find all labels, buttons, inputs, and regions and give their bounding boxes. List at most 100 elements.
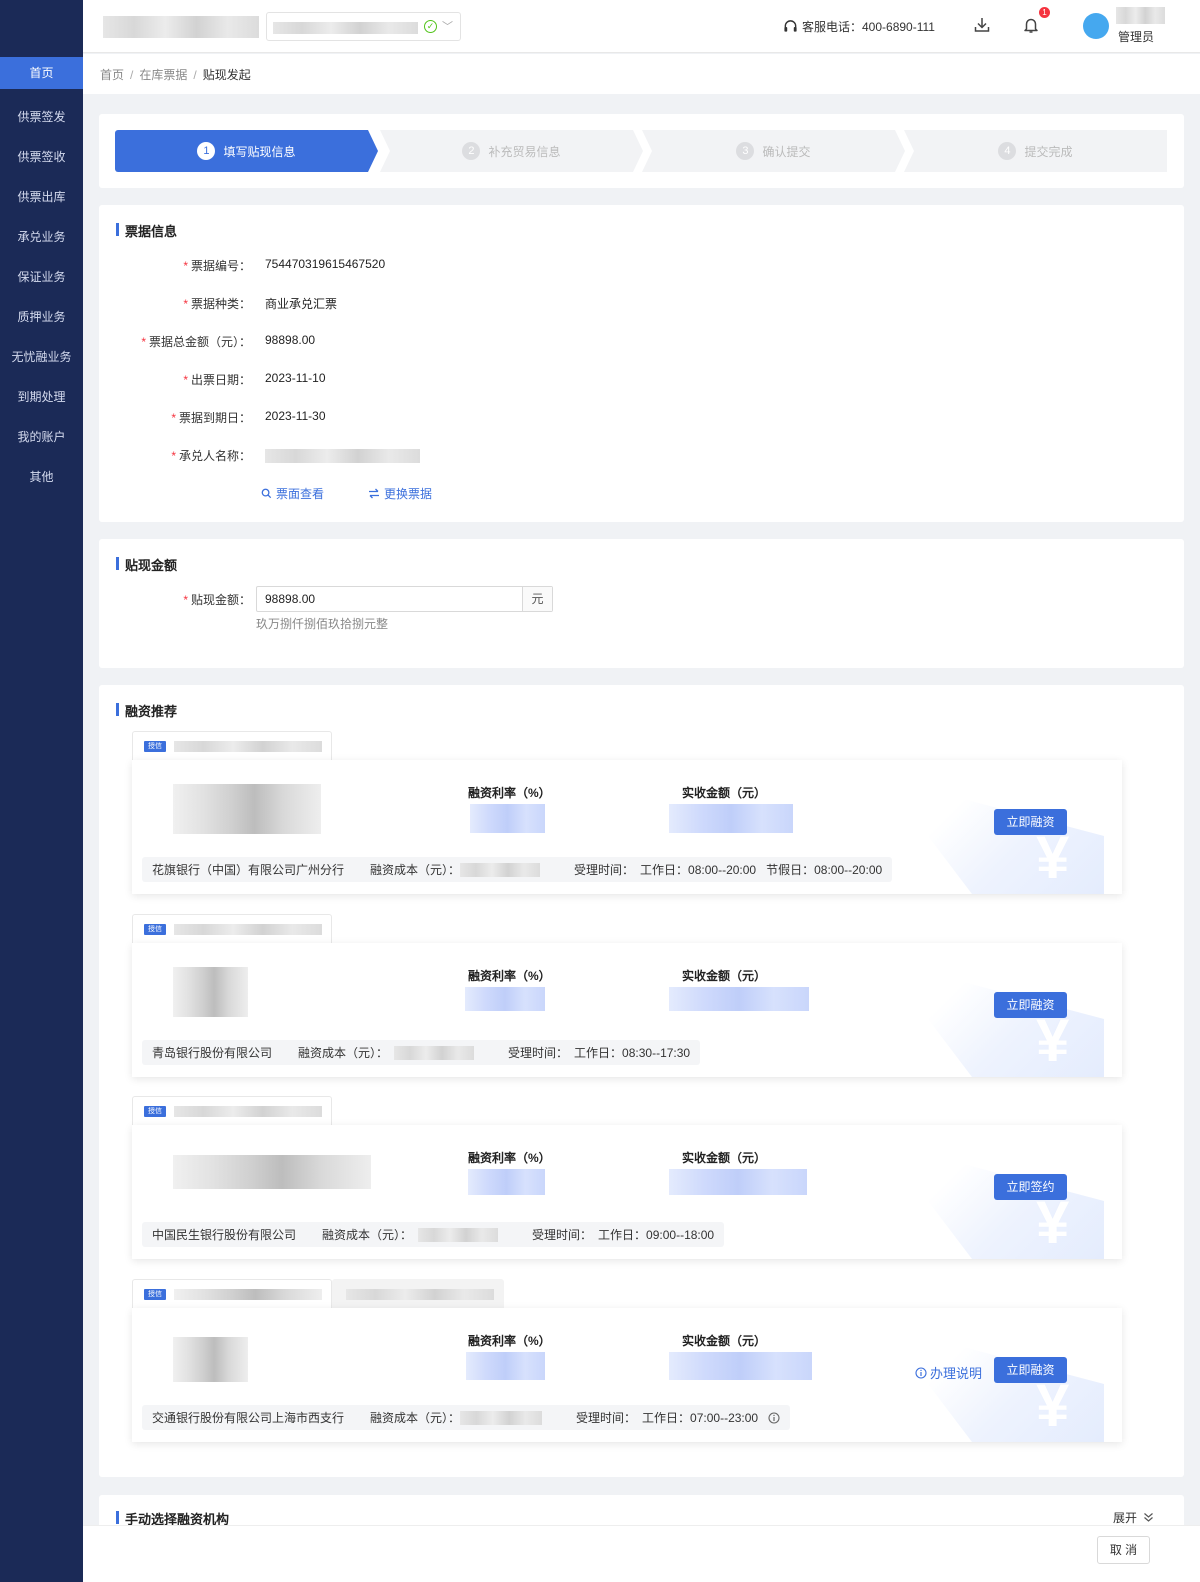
sidebar: 首页 供票签发 供票签收 供票出库 承兑业务 保证业务 质押业务 无忧融业务 到…: [0, 0, 83, 1582]
sidebar-item-issue[interactable]: 供票签发: [0, 97, 83, 137]
cost-value-redacted: [460, 862, 541, 877]
cost-label: 融资成本（元）：: [370, 1411, 461, 1425]
discount-amount-value[interactable]: 98898.00: [257, 587, 522, 611]
step-3: 3 确认提交: [642, 130, 905, 172]
bell-icon[interactable]: [1022, 16, 1040, 34]
field-bill-type: * 票据种类： 商业承兑汇票: [183, 297, 338, 311]
bank-name: 交通银行股份有限公司上海市西支行: [152, 1411, 345, 1425]
cost-label: 融资成本（元）：: [322, 1228, 413, 1242]
finance-tab-4[interactable]: 授信: [132, 1279, 332, 1309]
time-label: 受理时间：: [508, 1046, 569, 1060]
field-label: 票据种类：: [190, 297, 251, 311]
sidebar-item-pledge[interactable]: 质押业务: [0, 297, 83, 337]
check-circle-icon: ✓: [424, 20, 437, 33]
section-title-bill-info: 票据信息: [116, 221, 177, 240]
field-value: 98898.00: [265, 333, 316, 347]
instructions-link[interactable]: 办理说明: [915, 1363, 982, 1382]
sidebar-item-acceptance[interactable]: 承兑业务: [0, 217, 83, 257]
rate-value-redacted: [466, 1352, 545, 1380]
finance-now-button[interactable]: 立即融资: [994, 1357, 1067, 1383]
bottom-action-bar: 取 消: [83, 1525, 1200, 1582]
bank-name: 中国民生银行股份有限公司: [152, 1228, 297, 1242]
field-label: 票据编号：: [190, 259, 251, 273]
avatar[interactable]: [1083, 13, 1109, 39]
cost-label: 融资成本（元）：: [298, 1046, 389, 1060]
view-bill-label: 票面查看: [276, 487, 325, 501]
workday-time: 工作日：09:00--18:00: [598, 1228, 715, 1242]
sign-now-button[interactable]: 立即签约: [994, 1174, 1067, 1200]
cost-value-redacted: [460, 1410, 543, 1425]
sidebar-item-worry-free[interactable]: 无忧融业务: [0, 337, 83, 377]
cancel-button[interactable]: 取 消: [1097, 1536, 1150, 1564]
discount-amount-input[interactable]: 98898.00 元: [256, 586, 553, 612]
step-label: 提交完成: [1024, 144, 1073, 159]
finance-tab-3[interactable]: 授信: [132, 1096, 332, 1126]
breadcrumb: 首页 / 在库票据 / 贴现发起: [100, 68, 251, 82]
rate-value-redacted: [465, 987, 545, 1011]
amount-label: 实收金额（元）: [682, 1334, 767, 1348]
workday-time: 工作日：07:00--23:00: [642, 1411, 759, 1425]
holiday-time: 节假日：08:00--20:00: [766, 863, 883, 877]
finance-now-button[interactable]: 立即融资: [994, 992, 1067, 1018]
sidebar-item-maturity[interactable]: 到期处理: [0, 377, 83, 417]
breadcrumb-current: 贴现发起: [202, 68, 251, 82]
finance-now-button[interactable]: 立即融资: [994, 809, 1067, 835]
breadcrumb-home[interactable]: 首页: [100, 68, 124, 82]
finance-tab-4b[interactable]: [332, 1279, 504, 1309]
section-title-discount: 贴现金额: [116, 555, 177, 574]
field-value-redacted: [265, 449, 420, 463]
view-bill-link[interactable]: 票面查看: [261, 485, 324, 502]
user-role[interactable]: 管理员: [1118, 28, 1154, 45]
sidebar-item-home[interactable]: 首页: [0, 57, 83, 89]
sidebar-item-guarantee[interactable]: 保证业务: [0, 257, 83, 297]
field-label: 贴现金额：: [190, 593, 251, 607]
amount-in-words: 玖万捌仟捌佰玖拾捌元整: [256, 617, 389, 631]
step-number: 1: [197, 142, 216, 160]
breadcrumb-bills[interactable]: 在库票据: [139, 68, 187, 82]
step-1: 1 填写贴现信息: [115, 130, 378, 172]
workday-time: 工作日：08:30--17:30: [574, 1046, 691, 1060]
company-selector[interactable]: ✓ ﹀: [266, 12, 461, 41]
yen-icon: ¥: [1036, 1189, 1070, 1256]
finance-card-1: ¥ 融资利率（%） 实收金额（元） 立即融资 花旗银行（中国）有限公司广州分行 …: [132, 760, 1122, 894]
finance-tab-2[interactable]: 授信: [132, 914, 332, 944]
chevron-down-icon: ﹀: [442, 21, 453, 33]
credit-tag: 授信: [144, 924, 166, 935]
field-bill-number: * 票据编号： 754470319615467520: [183, 257, 386, 273]
amount-value-redacted: [669, 1169, 807, 1195]
bank-info-row: 交通银行股份有限公司上海市西支行 融资成本（元）： 受理时间： 工作日：07:00…: [142, 1405, 791, 1430]
download-icon[interactable]: [973, 16, 991, 34]
product-name-redacted: [174, 1106, 322, 1117]
field-label: 承兑人名称：: [178, 449, 251, 463]
cost-label: 融资成本（元）：: [370, 863, 461, 877]
sidebar-item-account[interactable]: 我的账户: [0, 417, 83, 457]
change-bill-label: 更换票据: [384, 487, 433, 501]
info-circle-icon[interactable]: [768, 1411, 780, 1424]
yen-icon: ¥: [1036, 1372, 1070, 1439]
product-name-redacted: [174, 924, 322, 935]
currency-unit: 元: [522, 587, 552, 611]
finance-recommend-card: 融资推荐 授信 ¥ 融资利率（%） 实收金额（元） 立即融资 花旗银行（中国）有…: [99, 685, 1184, 1477]
sidebar-item-other[interactable]: 其他: [0, 457, 83, 497]
step-2: 2 补充贸易信息: [380, 130, 643, 172]
change-bill-link[interactable]: 更换票据: [368, 485, 432, 502]
section-title-finance: 融资推荐: [116, 701, 177, 720]
company-name-redacted: [103, 16, 259, 38]
field-acceptor-name: * 承兑人名称：: [99, 447, 699, 463]
bill-info-card: 票据信息 * 票据编号： 754470319615467520 * 票据种类： 商业承兑…: [99, 205, 1184, 522]
notification-badge: 1: [1039, 7, 1050, 18]
field-label: 票据总金额（元）：: [148, 335, 251, 349]
bank-logo-redacted: [173, 1155, 371, 1189]
workday-time: 工作日：08:00--20:00: [640, 863, 757, 877]
product-name-redacted: [174, 741, 322, 752]
progress-steps: 1 填写贴现信息 2 补充贸易信息 3 确认提交 4 提交完成: [115, 130, 1167, 172]
field-issue-date: * 出票日期： 2023-11-10: [183, 371, 326, 387]
finance-tab-1[interactable]: 授信: [132, 731, 332, 761]
discount-amount-card: 贴现金额 * 贴现金额： 98898.00 元 玖万捌仟捌佰玖拾捌元整: [99, 539, 1184, 668]
expand-toggle[interactable]: 展开: [1113, 1509, 1154, 1526]
bank-name: 花旗银行（中国）有限公司广州分行: [152, 863, 345, 877]
sidebar-item-outbound[interactable]: 供票出库: [0, 177, 83, 217]
amount-label: 实收金额（元）: [682, 786, 767, 800]
yen-icon: ¥: [1036, 824, 1070, 891]
sidebar-item-receive[interactable]: 供票签收: [0, 137, 83, 177]
